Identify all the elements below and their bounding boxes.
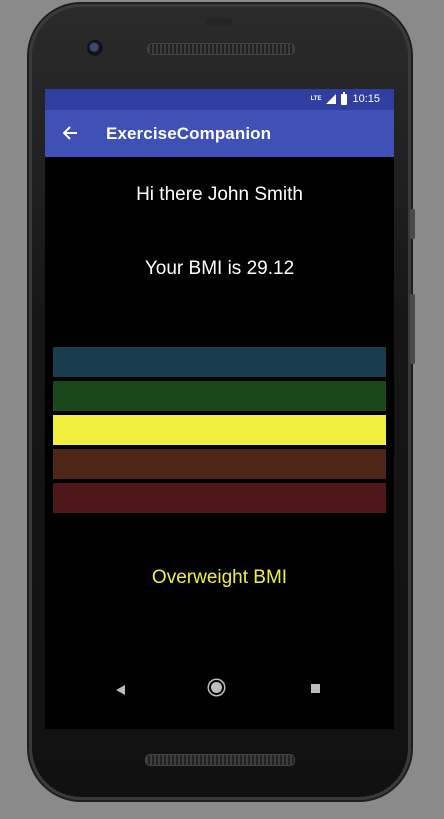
bmi-category-bars: [53, 347, 386, 517]
status-time: 10:15: [352, 93, 380, 105]
greeting-text: Hi there John Smith: [136, 184, 303, 205]
power-button: [410, 209, 415, 239]
status-bar: LTE 10:15: [45, 89, 394, 110]
nav-recent-apps-icon[interactable]: [311, 684, 320, 693]
bmi-bar-normal: [53, 381, 386, 411]
app-title: ExerciseCompanion: [106, 124, 272, 143]
arrow-left-icon[interactable]: [55, 118, 85, 148]
navigation-bar: [45, 669, 394, 711]
earpiece-speaker: [147, 43, 295, 55]
front-camera-icon: [87, 40, 103, 56]
signal-icon: [326, 94, 337, 104]
arrow-left-svg: [62, 126, 77, 140]
bottom-speaker: [145, 754, 295, 766]
screen: LTE 10:15 ExerciseCompanion Hi there Joh…: [45, 89, 394, 729]
bmi-value-text: Your BMI is 29.12: [144, 258, 295, 279]
proximity-sensor: [206, 18, 232, 26]
bmi-bar-obese: [53, 449, 386, 479]
nav-home-icon[interactable]: [211, 682, 222, 693]
lte-icon: LTE: [310, 96, 322, 102]
volume-button: [410, 294, 415, 364]
app-bar: ExerciseCompanion: [45, 110, 394, 157]
status-icons: LTE 10:15: [310, 91, 380, 105]
bmi-category-text: Overweight BMI: [151, 567, 288, 588]
bmi-bar-underweight: [53, 347, 386, 377]
bmi-bar-overweight: [53, 415, 386, 445]
bmi-bar-extremely-obese: [53, 483, 386, 513]
battery-icon: [341, 91, 348, 105]
nav-back-icon[interactable]: [116, 685, 125, 695]
